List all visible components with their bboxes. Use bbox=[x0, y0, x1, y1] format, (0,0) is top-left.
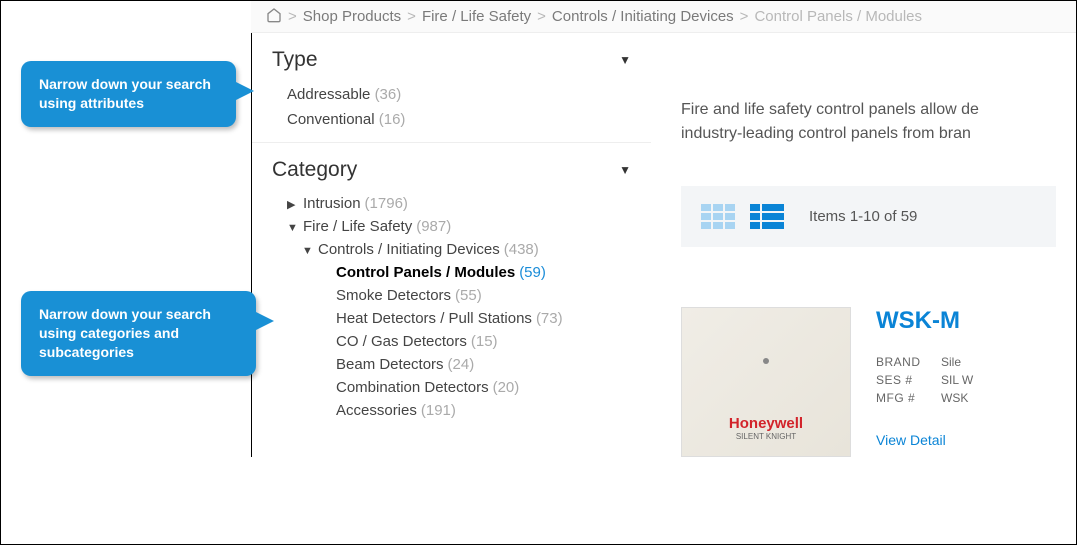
tree-item[interactable]: Control Panels / Modules (59) bbox=[272, 261, 631, 284]
tree-item-count: (20) bbox=[493, 379, 520, 396]
desc-line: industry-leading control panels from bra… bbox=[681, 125, 971, 142]
grid-view-icon[interactable] bbox=[701, 204, 735, 229]
tree-item-count: (73) bbox=[536, 310, 563, 327]
breadcrumb-item[interactable]: Shop Products bbox=[303, 8, 401, 25]
spec-row: SES # SIL W bbox=[876, 371, 1056, 389]
tree-item[interactable]: Accessories (191) bbox=[272, 399, 631, 422]
facet-item-count: (16) bbox=[379, 111, 406, 128]
tree-item-label: Beam Detectors bbox=[336, 356, 444, 373]
breadcrumb-item[interactable]: Controls / Initiating Devices bbox=[552, 8, 734, 25]
tree-item-label: Fire / Life Safety bbox=[303, 218, 412, 235]
tree-item-label: Controls / Initiating Devices bbox=[318, 241, 500, 258]
tree-item[interactable]: ▶ Intrusion (1796) bbox=[272, 192, 631, 215]
brand-subtext: SILENT KNIGHT bbox=[729, 432, 803, 441]
tree-item-label: CO / Gas Detectors bbox=[336, 333, 467, 350]
spec-value: SIL W bbox=[941, 373, 973, 387]
brand-logo: Honeywell bbox=[729, 415, 803, 432]
tree-item-count: (191) bbox=[421, 402, 456, 419]
caret-down-icon: ▼ bbox=[619, 53, 631, 67]
tree-item-label: Smoke Detectors bbox=[336, 287, 451, 304]
tree-item[interactable]: Heat Detectors / Pull Stations (73) bbox=[272, 307, 631, 330]
facet-category: Category ▼ ▶ Intrusion (1796) ▼ Fire / Life… bbox=[252, 143, 651, 432]
tree-item-count: (24) bbox=[448, 356, 475, 373]
tree-item-count: (438) bbox=[504, 241, 539, 258]
facet-item-conventional[interactable]: Conventional (16) bbox=[272, 107, 631, 132]
category-description: Fire and life safety control panels allo… bbox=[681, 98, 1056, 146]
list-view-icon[interactable] bbox=[750, 204, 784, 229]
breadcrumb-current: Control Panels / Modules bbox=[754, 8, 922, 25]
callout-attributes: Narrow down your search using attributes bbox=[21, 61, 236, 127]
spec-value: WSK bbox=[941, 391, 968, 405]
caret-right-icon: ▶ bbox=[287, 198, 299, 211]
tree-item-count: (1796) bbox=[365, 195, 408, 212]
breadcrumb: > Shop Products > Fire / Life Safety > C… bbox=[251, 1, 1076, 33]
facet-item-addressable[interactable]: Addressable (36) bbox=[272, 82, 631, 107]
tree-item-label: Combination Detectors bbox=[336, 379, 489, 396]
facet-item-label: Addressable bbox=[287, 86, 370, 103]
chevron-right-icon: > bbox=[537, 8, 546, 25]
tree-item[interactable]: ▼ Controls / Initiating Devices (438) bbox=[272, 238, 631, 261]
tree-item[interactable]: CO / Gas Detectors (15) bbox=[272, 330, 631, 353]
product-card: Honeywell SILENT KNIGHT WSK-M BRAND Sile S… bbox=[681, 307, 1056, 457]
chevron-right-icon: > bbox=[288, 8, 297, 25]
chevron-right-icon: > bbox=[740, 8, 749, 25]
facet-type: Type ▼ Addressable (36) Conventional (16… bbox=[252, 33, 651, 143]
facet-item-label: Conventional bbox=[287, 111, 375, 128]
spec-row: BRAND Sile bbox=[876, 353, 1056, 371]
view-detail-link[interactable]: View Detail bbox=[876, 432, 946, 448]
spec-key: SES # bbox=[876, 373, 926, 387]
spec-key: MFG # bbox=[876, 391, 926, 405]
spec-key: BRAND bbox=[876, 355, 926, 369]
spec-value: Sile bbox=[941, 355, 961, 369]
chevron-right-icon: > bbox=[407, 8, 416, 25]
tree-item-label: Intrusion bbox=[303, 195, 361, 212]
facet-title: Type bbox=[272, 48, 318, 72]
tree-item[interactable]: Beam Detectors (24) bbox=[272, 353, 631, 376]
product-title[interactable]: WSK-M bbox=[876, 307, 1056, 335]
facet-type-header[interactable]: Type ▼ bbox=[272, 48, 631, 72]
facet-category-header[interactable]: Category ▼ bbox=[272, 158, 631, 182]
caret-down-icon: ▼ bbox=[619, 163, 631, 177]
caret-down-icon: ▼ bbox=[287, 222, 299, 234]
tree-item-label: Control Panels / Modules bbox=[336, 264, 515, 281]
tree-item-count: (55) bbox=[455, 287, 482, 304]
home-icon[interactable] bbox=[266, 7, 282, 27]
facet-item-count: (36) bbox=[375, 86, 402, 103]
desc-line: Fire and life safety control panels allo… bbox=[681, 101, 979, 118]
spec-row: MFG # WSK bbox=[876, 389, 1056, 407]
listing-toolbar: Items 1-10 of 59 bbox=[681, 186, 1056, 247]
tree-item-count: (987) bbox=[416, 218, 451, 235]
breadcrumb-item[interactable]: Fire / Life Safety bbox=[422, 8, 531, 25]
tree-item[interactable]: Smoke Detectors (55) bbox=[272, 284, 631, 307]
tree-item-label: Heat Detectors / Pull Stations bbox=[336, 310, 532, 327]
tree-item[interactable]: Combination Detectors (20) bbox=[272, 376, 631, 399]
tree-item-count: (59) bbox=[519, 264, 546, 281]
product-image[interactable]: Honeywell SILENT KNIGHT bbox=[681, 307, 851, 457]
tree-item[interactable]: ▼ Fire / Life Safety (987) bbox=[272, 215, 631, 238]
callout-categories: Narrow down your search using categories… bbox=[21, 291, 256, 376]
caret-down-icon: ▼ bbox=[302, 245, 314, 257]
tree-item-label: Accessories bbox=[336, 402, 417, 419]
items-count: Items 1-10 of 59 bbox=[809, 208, 917, 225]
facet-title: Category bbox=[272, 158, 357, 182]
tree-item-count: (15) bbox=[471, 333, 498, 350]
